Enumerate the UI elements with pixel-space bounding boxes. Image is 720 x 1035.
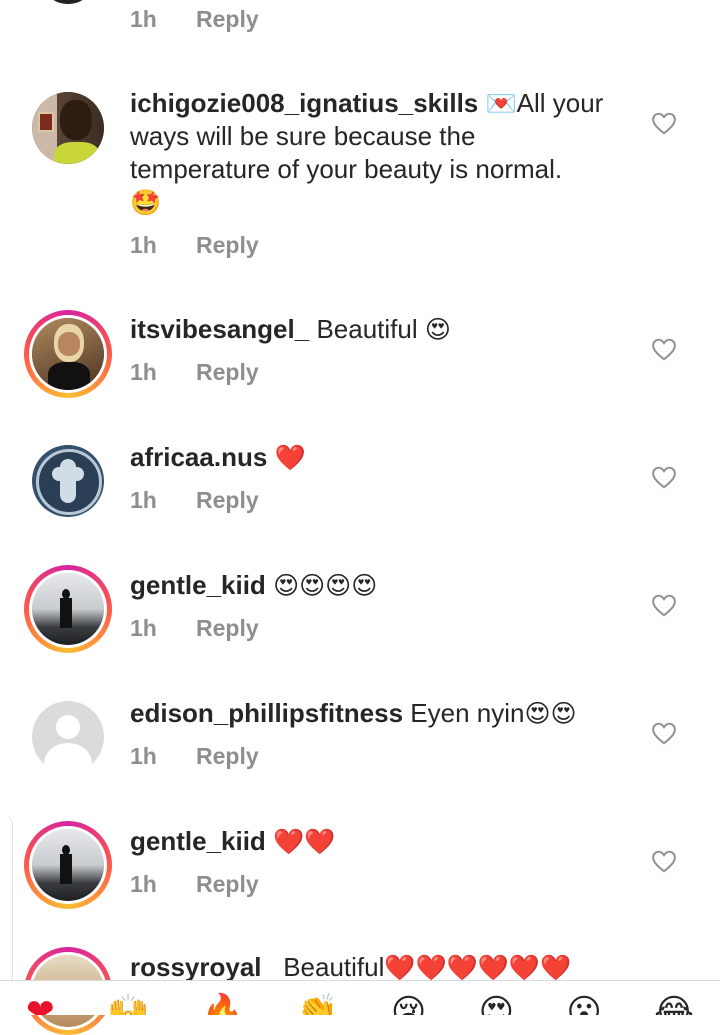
- comment-emoji: 🤩: [130, 188, 162, 217]
- comment-text: itsvibesangel_ Beautiful 😍: [130, 313, 610, 346]
- avatar[interactable]: [48, 0, 88, 4]
- heart-outline-icon[interactable]: [651, 337, 677, 361]
- comment-emoji: ❤️: [274, 443, 306, 472]
- comment-username[interactable]: ichigozie008_ignatius_skills: [130, 88, 478, 118]
- emoji-button[interactable]: ❤: [26, 995, 55, 1015]
- comment-meta: 1h Reply: [130, 6, 259, 33]
- comment-username[interactable]: rossyroyal: [130, 952, 262, 982]
- reply-button[interactable]: Reply: [196, 232, 259, 259]
- comment-meta: 1h Reply: [130, 487, 259, 514]
- comment-emoji: 💌: [485, 89, 517, 118]
- emoji-button[interactable]: 🔥: [202, 995, 244, 1015]
- comment-time: 1h: [130, 6, 157, 32]
- avatar[interactable]: [24, 565, 112, 653]
- reply-button[interactable]: Reply: [196, 487, 259, 514]
- keyboard-edge: [0, 815, 13, 985]
- comment-username[interactable]: edison_phillipsfitness: [130, 698, 403, 728]
- avatar[interactable]: [24, 693, 112, 781]
- emoji-quick-bar: ❤ 🙌 🔥 👏 😢 😍 😮 😂: [0, 980, 720, 1015]
- comment-username[interactable]: gentle_kiid: [130, 570, 266, 600]
- reply-button[interactable]: Reply: [196, 359, 259, 386]
- comment-meta: 1h Reply: [130, 232, 259, 259]
- avatar[interactable]: [24, 310, 112, 398]
- comment-username[interactable]: gentle_kiid: [130, 826, 266, 856]
- reply-button[interactable]: Reply: [196, 6, 259, 33]
- comment-meta: 1h Reply: [130, 615, 259, 642]
- comment-username[interactable]: africaa.nus: [130, 442, 267, 472]
- comment-time: 1h: [130, 487, 157, 513]
- comment-time: 1h: [130, 359, 157, 385]
- heart-outline-icon[interactable]: [651, 721, 677, 745]
- comment-time: 1h: [130, 232, 157, 258]
- emoji-button[interactable]: 😢: [391, 995, 426, 1015]
- heart-outline-icon[interactable]: [651, 593, 677, 617]
- heart-outline-icon[interactable]: [651, 465, 677, 489]
- emoji-button[interactable]: 😮: [566, 995, 601, 1015]
- comment-text: africaa.nus ❤️: [130, 441, 610, 474]
- emoji-button[interactable]: 😂: [654, 995, 694, 1015]
- emoji-button[interactable]: 🙌: [107, 995, 149, 1015]
- comment-time: 1h: [130, 615, 157, 641]
- comment-emoji: ❤️❤️: [273, 827, 336, 856]
- comment-time: 1h: [130, 743, 157, 769]
- emoji-button[interactable]: 👏: [296, 995, 338, 1015]
- comment-meta: 1h Reply: [130, 743, 259, 770]
- reply-button[interactable]: Reply: [196, 615, 259, 642]
- comment-body: Beautiful: [283, 952, 385, 982]
- reply-button[interactable]: Reply: [196, 871, 259, 898]
- avatar[interactable]: [24, 84, 112, 172]
- heart-outline-icon[interactable]: [651, 111, 677, 135]
- comment-body: Beautiful: [316, 314, 418, 344]
- comment-meta: 1h Reply: [130, 871, 259, 898]
- comment-username[interactable]: itsvibesangel_: [130, 314, 309, 344]
- comment-meta: 1h Reply: [130, 359, 259, 386]
- comment-emoji: 😍😍😍😍: [273, 571, 378, 600]
- avatar[interactable]: [24, 821, 112, 909]
- comment-emoji: ❤️❤️❤️❤️❤️❤️: [384, 953, 572, 982]
- comment-body: Eyen nyin: [410, 698, 525, 728]
- avatar[interactable]: [24, 437, 112, 525]
- heart-outline-icon[interactable]: [651, 849, 677, 873]
- emoji-button[interactable]: 😍: [479, 995, 514, 1015]
- reply-button[interactable]: Reply: [196, 743, 259, 770]
- comment-text: gentle_kiid ❤️❤️: [130, 825, 610, 858]
- comment-text: gentle_kiid 😍😍😍😍: [130, 569, 610, 602]
- comment-emoji: 😍: [424, 315, 451, 344]
- comment-time: 1h: [130, 871, 157, 897]
- comment-text: edison_phillipsfitness Eyen nyin😍😍: [130, 697, 610, 730]
- comment-text: ichigozie008_ignatius_skills 💌All your w…: [130, 87, 610, 219]
- comment-emoji: 😍😍: [524, 699, 577, 728]
